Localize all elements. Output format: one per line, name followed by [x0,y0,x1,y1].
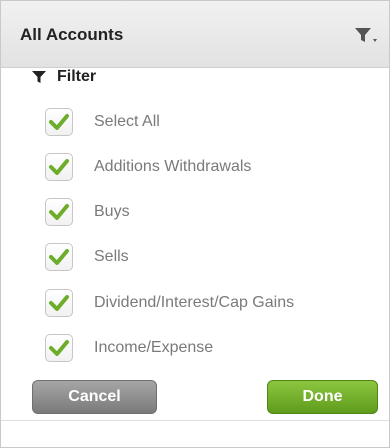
filter-heading: Filter [31,67,96,87]
filter-icon [31,69,47,85]
filter-panel: All Accounts Filter Select All Additions… [0,0,390,448]
option-select-all[interactable]: Select All [45,106,345,138]
filter-title: Filter [57,68,97,85]
option-label: Additions Withdrawals [94,158,252,175]
filter-dropdown-icon[interactable] [353,25,379,45]
checkmark-icon [49,159,69,175]
checkmark-icon [49,295,69,311]
option-label: Dividend/Interest/Cap Gains [94,294,295,311]
checkmark-icon [49,204,69,220]
option-sells[interactable]: Sells [45,241,345,273]
option-buys[interactable]: Buys [45,196,345,228]
header-bar: All Accounts [1,1,389,68]
checkbox[interactable] [45,289,73,317]
checkbox[interactable] [45,198,73,226]
option-label: Sells [94,248,129,265]
header-title: All Accounts [20,25,124,44]
checkbox[interactable] [45,153,73,181]
checkmark-icon [49,249,69,265]
checkmark-icon [49,114,69,130]
checkbox[interactable] [45,108,73,136]
cancel-button[interactable]: Cancel [32,380,157,414]
divider [1,420,389,421]
checkmark-icon [49,340,69,356]
option-dividend-interest-cap-gains[interactable]: Dividend/Interest/Cap Gains [45,287,345,319]
done-button[interactable]: Done [267,380,378,414]
checkbox[interactable] [45,243,73,271]
option-label: Buys [94,203,130,220]
option-label: Income/Expense [94,339,214,356]
option-label: Select All [94,113,160,130]
option-income-expense[interactable]: Income/Expense [45,332,345,364]
option-additions-withdrawals[interactable]: Additions Withdrawals [45,151,345,183]
checkbox[interactable] [45,334,73,362]
